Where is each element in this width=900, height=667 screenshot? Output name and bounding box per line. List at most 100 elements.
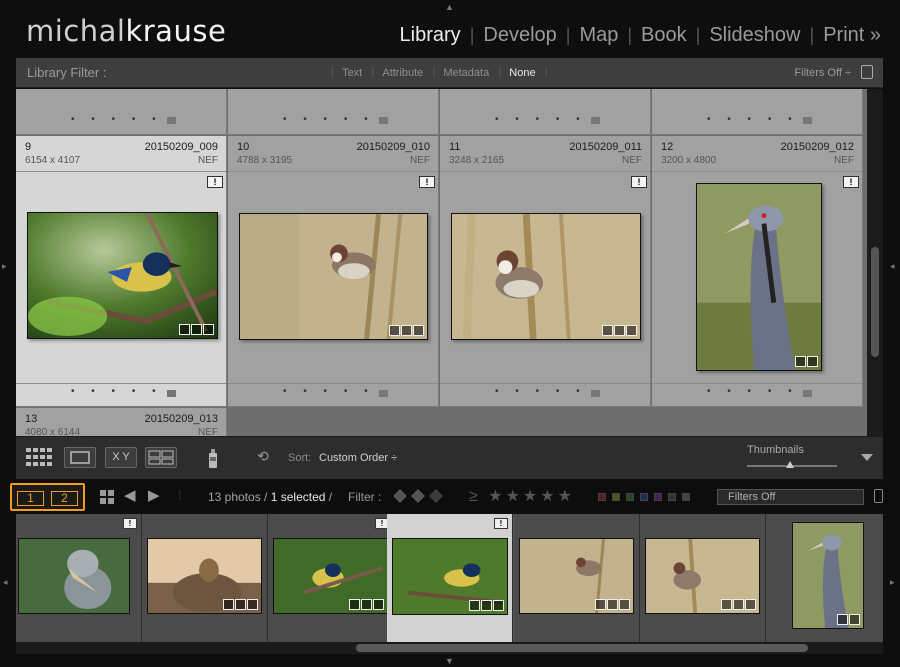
metadata-warning-icon[interactable]: !: [419, 176, 435, 188]
filter-option-none[interactable]: None: [504, 67, 540, 79]
metadata-warning-icon[interactable]: !: [123, 518, 137, 529]
flag-icon[interactable]: [591, 390, 600, 397]
rating-dots[interactable]: • • • • •: [495, 386, 587, 397]
thumbnail-blue-bird[interactable]: [27, 212, 218, 339]
loupe-view-button[interactable]: [64, 447, 96, 468]
filter-option-metadata[interactable]: Metadata: [438, 67, 494, 79]
grid-cell[interactable]: 10 20150209_010 4788 x 3195 NEF ! • • • …: [228, 136, 439, 407]
filter-option-attribute[interactable]: Attribute: [377, 67, 428, 79]
module-book[interactable]: Book: [632, 24, 696, 47]
grid-cell-partial[interactable]: • • • • •: [228, 89, 439, 135]
filmstrip-thumbnail-blue-bird[interactable]: [392, 538, 508, 615]
filmstrip-thumbnail-sparrow[interactable]: [645, 538, 760, 614]
thumbnail-size-slider[interactable]: [747, 461, 837, 468]
thumbnail-size-slider-knob[interactable]: [786, 461, 794, 468]
grid-cell[interactable]: 13 20150209_013 4080 x 6144 NEF: [16, 408, 227, 436]
filter-option-text[interactable]: Text: [337, 67, 367, 79]
grid-cell[interactable]: 9 20150209_009 6154 x 4107 NEF ! • • • •…: [16, 136, 227, 407]
filmstrip-thumbnail-sparrow[interactable]: [519, 538, 634, 614]
flag-icon[interactable]: [591, 117, 600, 124]
thumbnail-sparrow[interactable]: [451, 213, 641, 340]
flag-icon[interactable]: [803, 117, 812, 124]
filmstrip-thumbnail-owl[interactable]: [147, 538, 262, 614]
filter-preset-dropdown[interactable]: Filters Off ÷: [794, 67, 851, 79]
color-label-custom[interactable]: [668, 493, 676, 501]
thumbnail-sparrow[interactable]: [239, 213, 428, 340]
filmstrip-cell[interactable]: [640, 514, 766, 642]
color-label-yellow[interactable]: [612, 493, 620, 501]
photo-count: 13 photos / 1 selected /: [208, 490, 332, 504]
grid-view-button[interactable]: [24, 447, 56, 468]
module-develop[interactable]: Develop: [474, 24, 565, 47]
filmstrip-scrollbar[interactable]: [16, 642, 883, 654]
color-label-red[interactable]: [598, 493, 606, 501]
grid-cell-partial[interactable]: • • • • •: [652, 89, 863, 135]
rating-dots[interactable]: • • • • •: [71, 114, 163, 125]
flag-icon[interactable]: [379, 117, 388, 124]
filmstrip-scrollbar-thumb[interactable]: [356, 644, 808, 652]
color-label-purple[interactable]: [654, 493, 662, 501]
grid-cell[interactable]: 12 20150209_012 3200 x 4800 NEF ! • • • …: [652, 136, 863, 407]
filter-lock-icon[interactable]: [874, 489, 883, 503]
survey-view-button[interactable]: [145, 447, 177, 468]
left-panel-toggle-icon[interactable]: ▸: [2, 262, 7, 271]
compare-view-button[interactable]: X Y: [105, 447, 137, 468]
rating-dots[interactable]: • • • • •: [71, 386, 163, 397]
filmstrip-left-arrow-icon[interactable]: ◂: [3, 578, 8, 587]
filmstrip-filter-label: Filter :: [348, 490, 382, 504]
filmstrip-cell[interactable]: [142, 514, 268, 642]
grid-cell-partial[interactable]: • • • • •: [16, 89, 227, 135]
flag-icon[interactable]: [167, 390, 176, 397]
color-label-green[interactable]: [626, 493, 634, 501]
metadata-warning-icon[interactable]: !: [631, 176, 647, 188]
forward-arrow-icon[interactable]: ▶: [148, 486, 160, 504]
metadata-warning-icon[interactable]: !: [494, 518, 508, 529]
thumbnail-crane[interactable]: [696, 183, 822, 371]
filmstrip-cell[interactable]: !: [268, 514, 394, 642]
crop-icon: [361, 599, 372, 610]
metadata-warning-icon[interactable]: !: [207, 176, 223, 188]
filmstrip-thumbnail-crane[interactable]: [792, 522, 864, 629]
rating-dots[interactable]: • • • • •: [283, 114, 375, 125]
filter-lock-icon[interactable]: [861, 64, 873, 79]
module-library[interactable]: Library: [391, 24, 470, 47]
rating-dots[interactable]: • • • • •: [495, 114, 587, 125]
flag-icon[interactable]: [803, 390, 812, 397]
grid-scrollbar-thumb[interactable]: [871, 247, 879, 357]
filmstrip-cell[interactable]: [766, 514, 883, 642]
color-label-none[interactable]: [682, 493, 690, 501]
module-slideshow[interactable]: Slideshow: [700, 24, 809, 47]
toolbar-menu-chevron-icon[interactable]: [861, 454, 873, 461]
sort-direction-button[interactable]: ⟲: [246, 447, 280, 468]
rating-dots[interactable]: • • • • •: [707, 114, 799, 125]
filmstrip-cell[interactable]: !: [16, 514, 142, 642]
painter-tool-button[interactable]: [203, 447, 223, 468]
metadata-warning-icon[interactable]: !: [843, 176, 859, 188]
sort-order-dropdown[interactable]: Custom Order ÷: [319, 452, 397, 464]
module-print[interactable]: Print »: [814, 24, 890, 47]
main-window-button[interactable]: 1: [17, 491, 44, 506]
filmstrip-right-arrow-icon[interactable]: ▸: [890, 578, 895, 587]
flag-icon[interactable]: [379, 390, 388, 397]
color-label-blue[interactable]: [640, 493, 648, 501]
bottom-panel-toggle-icon[interactable]: ▼: [445, 657, 454, 666]
top-panel-toggle-icon[interactable]: ▲: [445, 3, 454, 12]
filmstrip-thumbnail-shoebill[interactable]: [18, 538, 130, 614]
second-window-button[interactable]: 2: [51, 491, 78, 506]
rating-dots[interactable]: • • • • •: [283, 386, 375, 397]
filmstrip-cell[interactable]: [514, 514, 640, 642]
grid-scrollbar[interactable]: [867, 89, 883, 436]
filmstrip-filter-dropdown[interactable]: Filters Off: [717, 489, 864, 505]
right-panel-toggle-icon[interactable]: ◂: [890, 262, 895, 271]
grid-cell-partial[interactable]: • • • • •: [440, 89, 651, 135]
star-rating-filter[interactable]: ≥ ★★★★★: [469, 486, 575, 506]
module-map[interactable]: Map: [570, 24, 627, 47]
filmstrip-cell-selected[interactable]: !: [387, 514, 513, 642]
flag-filter-icons[interactable]: [392, 488, 448, 504]
rating-dots[interactable]: • • • • •: [707, 386, 799, 397]
grid-cell[interactable]: 11 20150209_011 3248 x 2165 NEF ! • • • …: [440, 136, 651, 407]
filmstrip-thumbnail-blue-bird[interactable]: [273, 538, 388, 614]
grid-shortcut-icon[interactable]: [99, 489, 115, 505]
back-arrow-icon[interactable]: ◀: [124, 486, 136, 504]
flag-icon[interactable]: [167, 117, 176, 124]
